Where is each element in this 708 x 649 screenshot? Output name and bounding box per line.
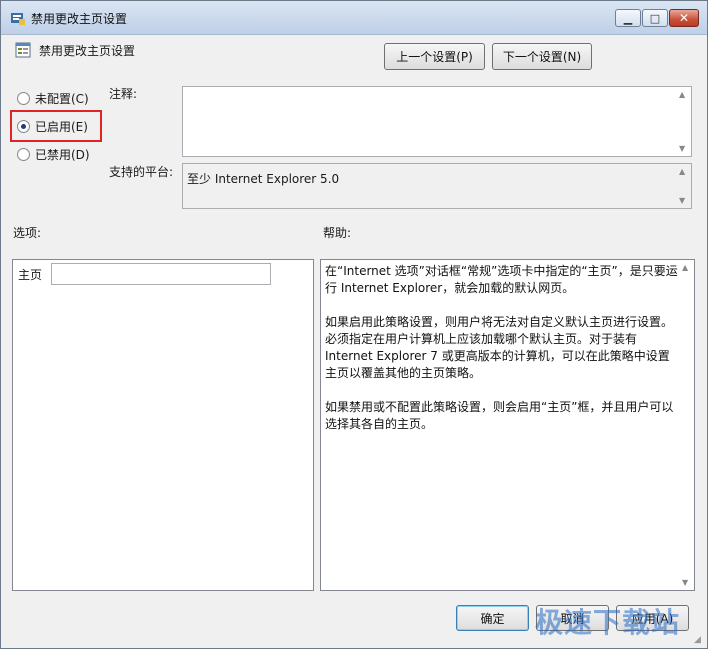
policy-setting-icon	[15, 42, 31, 58]
platform-label: 支持的平台:	[109, 165, 174, 179]
radio-enabled[interactable]: 已启用(E)	[17, 118, 88, 135]
platform-scrollbar[interactable]: ▲ ▼	[677, 164, 691, 208]
homepage-label: 主页	[18, 268, 43, 282]
help-paragraph: 如果启用此策略设置，则用户将无法对自定义默认主页进行设置。必须指定在用户计算机上…	[325, 315, 674, 380]
homepage-input[interactable]	[51, 263, 271, 285]
scroll-down-icon[interactable]: ▼	[679, 196, 685, 205]
close-icon: ✕	[678, 11, 690, 25]
help-text: 在“Internet 选项”对话框“常规”选项卡中指定的“主页”，是只要运行 I…	[325, 263, 679, 450]
comment-scrollbar[interactable]: ▲ ▼	[677, 87, 691, 156]
maximize-icon: □	[649, 11, 661, 25]
platform-field: 至少 Internet Explorer 5.0 ▲ ▼	[182, 163, 692, 209]
ok-button[interactable]: 确定	[456, 605, 529, 631]
help-label: 帮助:	[323, 226, 352, 240]
scroll-up-icon[interactable]: ▲	[682, 263, 688, 272]
radio-disabled[interactable]: 已禁用(D)	[17, 146, 90, 163]
policy-dialog-window: 禁用更改主页设置 ▁ □ ✕ 禁用更改主页设置 上一个设置(P) 下一个设置(N…	[0, 0, 708, 649]
scroll-up-icon[interactable]: ▲	[679, 167, 685, 176]
title-bar[interactable]: 禁用更改主页设置 ▁ □ ✕	[1, 1, 707, 35]
scroll-down-icon[interactable]: ▼	[679, 144, 685, 153]
minimize-icon: ▁	[623, 11, 633, 25]
site-watermark: 极速下载站	[535, 606, 681, 639]
platform-value: 至少 Internet Explorer 5.0	[187, 172, 340, 186]
next-setting-button[interactable]: 下一个设置(N)	[492, 43, 592, 70]
help-paragraph: 如果禁用或不配置此策略设置，则会启用“主页”框，并且用户可以选择其各自的主页。	[325, 400, 674, 431]
options-label: 选项:	[13, 226, 42, 240]
policy-name-heading: 禁用更改主页设置	[39, 44, 136, 58]
help-scrollbar[interactable]: ▲ ▼	[680, 260, 694, 590]
help-panel: 在“Internet 选项”对话框“常规”选项卡中指定的“主页”，是只要运行 I…	[320, 259, 695, 591]
comment-label: 注释:	[109, 87, 138, 101]
help-paragraph: 在“Internet 选项”对话框“常规”选项卡中指定的“主页”，是只要运行 I…	[325, 264, 678, 295]
radio-not-configured[interactable]: 未配置(C)	[17, 90, 89, 107]
radio-label: 已禁用(D)	[35, 148, 90, 162]
scroll-up-icon[interactable]: ▲	[679, 90, 685, 99]
comment-textarea[interactable]: ▲ ▼	[182, 86, 692, 157]
maximize-button[interactable]: □	[642, 9, 668, 27]
resize-grip-icon[interactable]: ◢	[694, 635, 704, 645]
radio-button[interactable]	[17, 148, 30, 161]
radio-button[interactable]	[17, 120, 30, 133]
radio-label: 未配置(C)	[35, 92, 89, 106]
window-title: 禁用更改主页设置	[31, 12, 128, 26]
radio-button[interactable]	[17, 92, 30, 105]
policy-app-icon	[11, 13, 25, 25]
radio-label: 已启用(E)	[35, 120, 88, 134]
previous-setting-button[interactable]: 上一个设置(P)	[384, 43, 485, 70]
close-button[interactable]: ✕	[669, 9, 699, 27]
options-panel: 主页	[12, 259, 314, 591]
minimize-button[interactable]: ▁	[615, 9, 641, 27]
scroll-down-icon[interactable]: ▼	[682, 578, 688, 587]
